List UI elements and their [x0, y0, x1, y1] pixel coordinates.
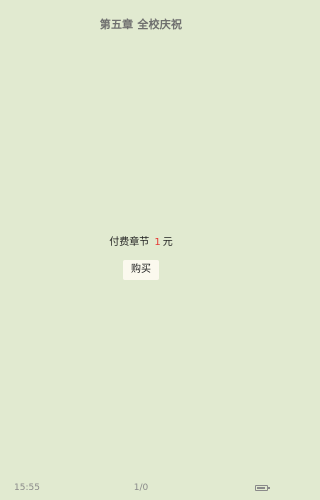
page-indicator: 1/0: [133, 483, 149, 493]
buy-button[interactable]: 购买: [123, 260, 159, 280]
chapter-title: 第五章 全校庆祝: [99, 18, 183, 31]
battery-fill: [257, 487, 266, 489]
price-unit: 元: [162, 237, 173, 248]
price-amount: 1: [154, 237, 161, 248]
paywall: 付费章节 1元 购买: [0, 236, 282, 280]
paid-chapter-label: 付费章节: [109, 237, 150, 248]
battery-icon: [255, 485, 270, 491]
price-line: 付费章节 1元: [0, 236, 282, 250]
